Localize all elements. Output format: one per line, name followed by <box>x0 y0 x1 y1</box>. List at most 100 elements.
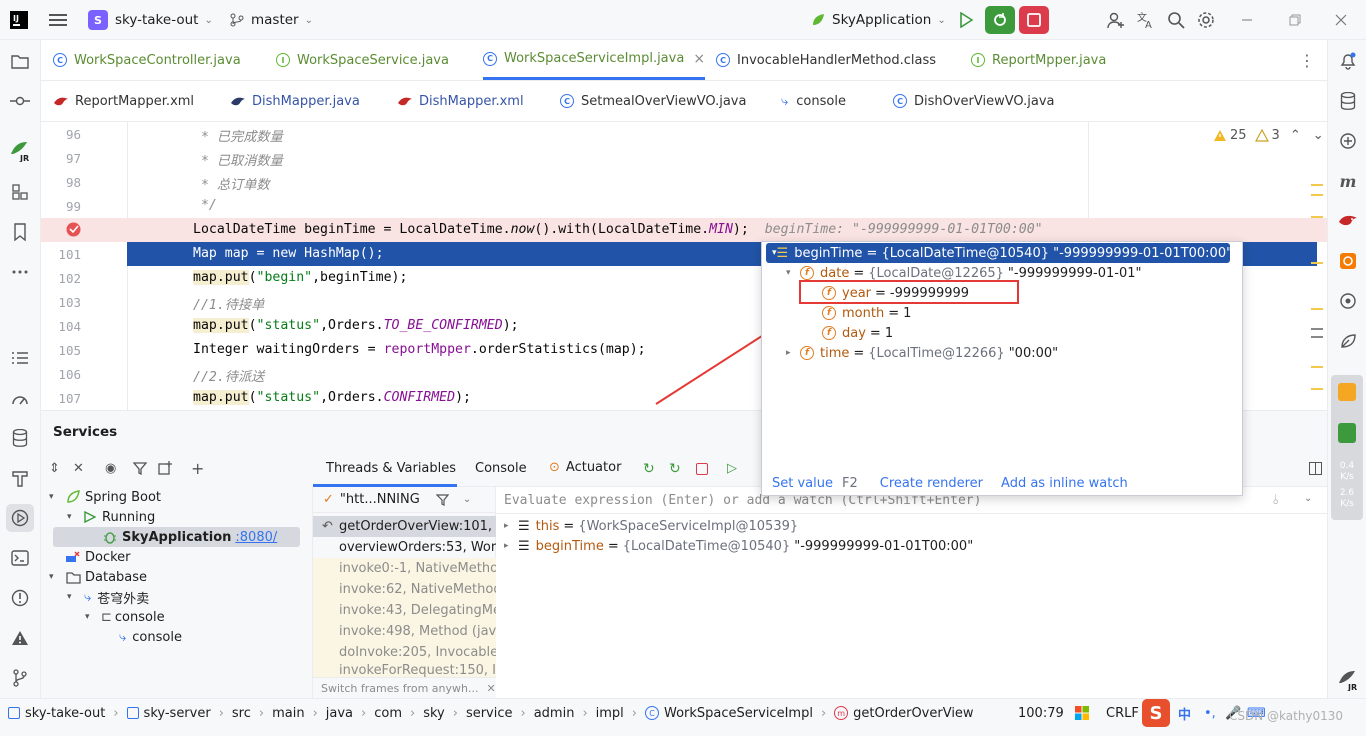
main-menu-icon[interactable] <box>49 0 67 40</box>
breadcrumb-item[interactable]: admin <box>534 706 575 721</box>
breadcrumb-item[interactable]: impl <box>596 706 624 721</box>
frame-item[interactable]: invoke:62, NativeMethod <box>313 579 496 600</box>
tab-setmeal-overview-vo[interactable]: C SetmealOverViewVO.java <box>560 81 746 121</box>
tree-node-console[interactable]: ⤷ console <box>119 627 182 647</box>
breadcrumb-item[interactable]: com <box>374 706 402 721</box>
var-row-this[interactable]: ▸ ☰ this = {WorkSpaceServiceImpl@10539} <box>504 516 798 536</box>
breadcrumb-item[interactable]: getOrderOverView <box>853 706 973 721</box>
tree-node-running[interactable]: ▾ Running <box>67 507 155 527</box>
search-button[interactable] <box>1161 6 1191 34</box>
problems-tool-button[interactable] <box>8 586 32 610</box>
popup-row-day[interactable]: f day = 1 <box>822 323 893 343</box>
ime-mode[interactable]: 中 <box>1178 699 1191 727</box>
breadcrumb-item[interactable]: sky-server <box>144 706 211 721</box>
breakpoint-icon[interactable] <box>65 221 82 238</box>
breadcrumb-item[interactable]: java <box>326 706 353 721</box>
set-value-link[interactable]: Set value <box>772 476 833 491</box>
tree-node-database[interactable]: ▾ Database <box>49 567 147 587</box>
breadcrumb-item[interactable]: sky-take-out <box>25 706 105 721</box>
frame-item[interactable]: doInvoke:205, Invocable <box>313 642 496 663</box>
close-icon[interactable]: ✕ <box>487 682 496 695</box>
stop-icon[interactable] <box>696 463 708 475</box>
tab-report-mpper[interactable]: I ReportMpper.java <box>971 40 1106 80</box>
breadcrumb-item[interactable]: service <box>466 706 513 721</box>
ime-punct-icon[interactable]: •, <box>1204 699 1216 727</box>
frame-item[interactable]: invoke0:-1, NativeMethod <box>313 558 496 579</box>
popup-root-row[interactable]: ▾ ☰ beginTime = {LocalDateTime@10540} "-99… <box>766 243 1232 263</box>
tab-invocable-handler[interactable]: C InvocableHandlerMethod.class <box>716 40 936 80</box>
popup-row-time[interactable]: ▸ f time = {LocalTime@12266} "00:00" <box>786 343 1058 363</box>
breadcrumb-item[interactable]: src <box>232 706 251 721</box>
prev-highlight-icon[interactable]: ⌃ <box>1290 128 1301 143</box>
database-tool-button[interactable] <box>8 426 32 450</box>
line-separator[interactable]: CRLF <box>1106 699 1139 727</box>
tab-console[interactable]: Console <box>475 461 527 476</box>
breadcrumb-item[interactable]: main <box>272 706 304 721</box>
add-service-icon[interactable]: + <box>191 459 204 478</box>
tree-node-console-group[interactable]: ▾ ⊏ console <box>85 607 165 627</box>
rerun-icon[interactable]: ↻ <box>643 461 655 477</box>
build-tool-button[interactable] <box>8 466 32 490</box>
stop-button[interactable] <box>1019 6 1049 34</box>
coverage-button[interactable] <box>1336 329 1360 353</box>
watch-settings-icon[interactable]: ⫰ <box>1273 493 1279 508</box>
settings-button[interactable] <box>1191 6 1221 34</box>
app-logo-icon[interactable]: IJ <box>10 0 28 40</box>
popup-row-month[interactable]: f month = 1 <box>822 303 911 323</box>
project-selector[interactable]: S sky-take-out ⌄ <box>88 0 213 40</box>
terminal-tool-button[interactable] <box>8 546 32 570</box>
mybatis-button[interactable] <box>1336 209 1360 233</box>
tab-report-mapper-xml[interactable]: ReportMapper.xml <box>53 81 194 121</box>
project-tool-button[interactable] <box>8 49 32 73</box>
close-tab-icon[interactable]: × <box>693 51 705 67</box>
chevron-down-icon[interactable]: ⌄ <box>1304 493 1312 504</box>
jrebel-tool-button[interactable]: JR <box>8 139 32 163</box>
collapse-all-icon[interactable]: ✕ <box>73 461 84 476</box>
database-panel-button[interactable] <box>1336 89 1360 113</box>
tab-threads-variables[interactable]: Threads & Variables <box>313 452 457 487</box>
create-renderer-link[interactable]: Create renderer <box>880 476 983 491</box>
inspection-widget[interactable]: 25 3 ⌃ ⌄ <box>1213 128 1324 143</box>
tree-node-sky-application[interactable]: SkyApplication:8080/ <box>103 527 277 547</box>
plugin-button[interactable] <box>1336 249 1360 273</box>
resume-icon[interactable]: ▷ <box>727 461 737 476</box>
minimize-button[interactable] <box>1232 6 1262 34</box>
filter-icon[interactable] <box>133 461 147 475</box>
translate-button[interactable]: 文A <box>1131 6 1161 34</box>
profiler-tool-button[interactable] <box>8 386 32 410</box>
frame-item[interactable]: ↶ getOrderOverView:101, W <box>313 516 496 537</box>
tabs-more-button[interactable]: ⋮ <box>1299 40 1315 80</box>
breadcrumb-item[interactable]: WorkSpaceServiceImpl <box>664 706 813 721</box>
ai-assistant-button[interactable] <box>1336 129 1360 153</box>
more-tools-button[interactable] <box>8 260 32 284</box>
structure-tool-button[interactable] <box>8 180 32 204</box>
ime-logo-icon[interactable]: S <box>1142 699 1170 727</box>
frame-item[interactable]: overviewOrders:53, Work <box>313 537 496 558</box>
tab-workspace-service[interactable]: I WorkSpaceService.java <box>276 40 449 80</box>
tree-node-spring-boot[interactable]: ▾ Spring Boot <box>49 487 161 507</box>
todo-tool-button[interactable] <box>8 346 32 370</box>
tab-console[interactable]: ⤷ console <box>781 81 846 121</box>
frame-item[interactable]: invoke:43, DelegatingMe <box>313 600 496 621</box>
jrebel-panel-button[interactable]: JR <box>1336 668 1360 692</box>
restore-button[interactable] <box>1280 6 1310 34</box>
endpoints-button[interactable] <box>1336 289 1360 313</box>
breadcrumb-item[interactable]: sky <box>423 706 445 721</box>
tab-dish-mapper-xml[interactable]: DishMapper.xml <box>397 81 524 121</box>
debug-rerun-button[interactable] <box>985 6 1015 34</box>
thread-selector[interactable]: ✓ "htt...NNING ⌄ <box>313 487 496 513</box>
next-highlight-icon[interactable]: ⌄ <box>1313 128 1324 143</box>
tree-node-datasource[interactable]: ▾ ⤷ 苍穹外卖 <box>67 587 149 607</box>
eye-icon[interactable]: ◉ <box>105 461 116 476</box>
var-row-begin-time[interactable]: ▸ ☰ beginTime = {LocalDateTime@10540} "-99999… <box>504 536 973 556</box>
notifications-button[interactable] <box>1336 49 1360 73</box>
maven-button[interactable]: m <box>1336 169 1360 193</box>
tab-dish-mapper-java[interactable]: DishMapper.java <box>230 81 360 121</box>
port-link[interactable]: :8080/ <box>235 530 277 545</box>
add-user-button[interactable] <box>1101 6 1131 34</box>
tab-dish-overview-vo[interactable]: C DishOverViewVO.java <box>893 81 1055 121</box>
branch-selector[interactable]: master ⌄ <box>230 0 313 40</box>
layout-icon[interactable] <box>1309 462 1322 475</box>
rerun-debug-icon[interactable]: ↻ <box>669 461 681 477</box>
tab-workspace-service-impl[interactable]: C WorkSpaceServiceImpl.java × <box>483 40 706 80</box>
